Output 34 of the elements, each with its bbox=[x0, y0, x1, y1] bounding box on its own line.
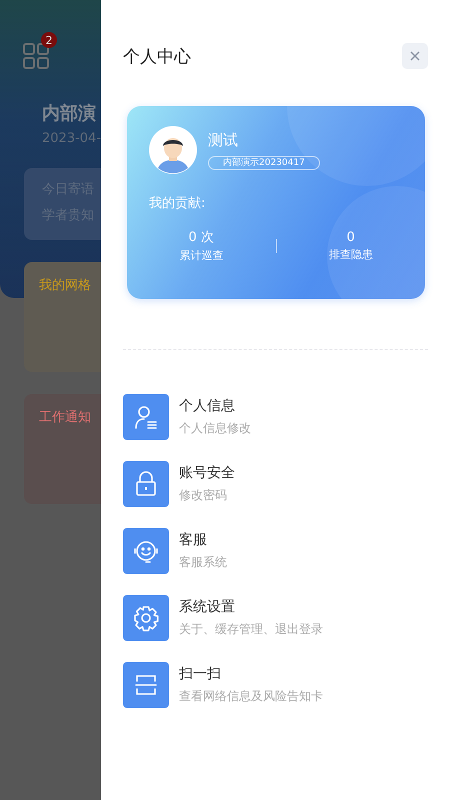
menu-title[interactable]: 个人信息 bbox=[179, 397, 251, 415]
scan-icon bbox=[134, 672, 158, 698]
stat-value: 0 bbox=[346, 230, 355, 244]
menu-subtitle: 修改密码 bbox=[179, 487, 228, 504]
page-title: 内部演 bbox=[42, 102, 97, 125]
menu-icon-tile[interactable] bbox=[123, 595, 169, 641]
notification-badge: 2 bbox=[41, 32, 57, 48]
menu-title[interactable]: 系统设置 bbox=[179, 598, 323, 616]
close-button[interactable] bbox=[402, 43, 428, 69]
date-text: 2023-04- bbox=[42, 131, 101, 146]
settings-icon bbox=[132, 604, 160, 632]
lock-icon bbox=[134, 471, 158, 497]
stat-label: 累计巡查 bbox=[179, 248, 224, 263]
menu-icon-tile[interactable] bbox=[123, 528, 169, 574]
close-icon bbox=[410, 51, 420, 61]
menu-icon-tile[interactable] bbox=[123, 461, 169, 507]
contribution-label: 我的贡献: bbox=[149, 195, 206, 212]
avatar-icon bbox=[149, 126, 197, 174]
drawer-title: 个人中心 bbox=[123, 46, 191, 68]
grid-icon[interactable] bbox=[23, 43, 49, 69]
menu-subtitle: 个人信息修改 bbox=[179, 420, 251, 437]
org-tag: 内部演示20230417 bbox=[208, 156, 320, 170]
menu-subtitle: 查看网络信息及风险告知卡 bbox=[179, 688, 323, 705]
menu-icon-tile[interactable] bbox=[123, 662, 169, 708]
menu-icon-tile[interactable] bbox=[123, 394, 169, 440]
user-name: 测试 bbox=[208, 130, 239, 150]
menu-subtitle: 关于、缓存管理、退出登录 bbox=[179, 621, 323, 638]
menu-title[interactable]: 客服 bbox=[179, 531, 227, 549]
stat-value: 0 次 bbox=[188, 229, 214, 246]
user-list-icon bbox=[133, 404, 159, 430]
menu-title[interactable]: 扫一扫 bbox=[179, 665, 323, 683]
stat-label: 排查隐患 bbox=[328, 246, 373, 262]
menu-subtitle: 客服系统 bbox=[179, 554, 227, 571]
menu-title[interactable]: 账号安全 bbox=[179, 464, 235, 482]
